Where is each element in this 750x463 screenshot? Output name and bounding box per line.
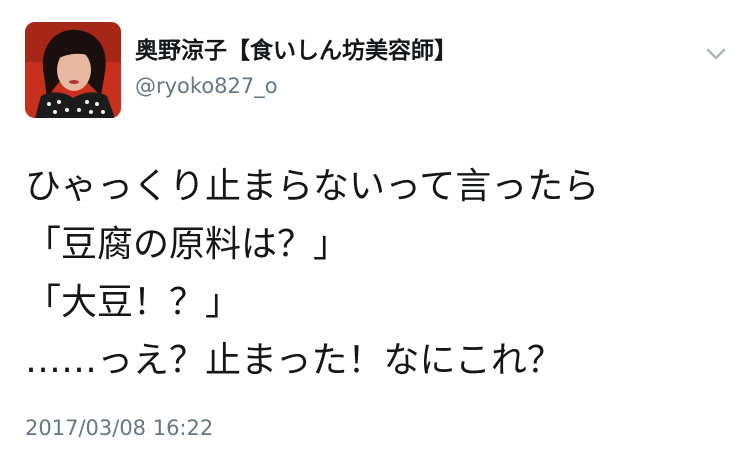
tweet-text-line: ひゃっくり止まらないって言ったら [25, 166, 600, 207]
tweet-text-line: 「豆腐の原料は？」 [25, 224, 350, 265]
avatar[interactable] [25, 22, 121, 118]
tweet-text-line: 「大豆！？」 [25, 282, 242, 323]
tweet-timestamp[interactable]: 2017/03/08 16:22 [25, 413, 213, 443]
display-name[interactable]: 奥野涼子【食いしん坊美容師】 [135, 36, 457, 66]
tweet-card: 奥野涼子【食いしん坊美容師】 @ryoko827_o ひゃっくり止まらないって言… [0, 0, 750, 463]
tweet-text-line: ……っえ？止まった！なにこれ？ [25, 340, 563, 381]
avatar-image [25, 22, 121, 118]
tweet-text: ひゃっくり止まらないって言ったら 「豆腐の原料は？」 「大豆！？」 ……っえ？止… [25, 158, 725, 390]
chevron-down-icon[interactable] [702, 44, 730, 64]
user-handle[interactable]: @ryoko827_o [135, 72, 278, 100]
